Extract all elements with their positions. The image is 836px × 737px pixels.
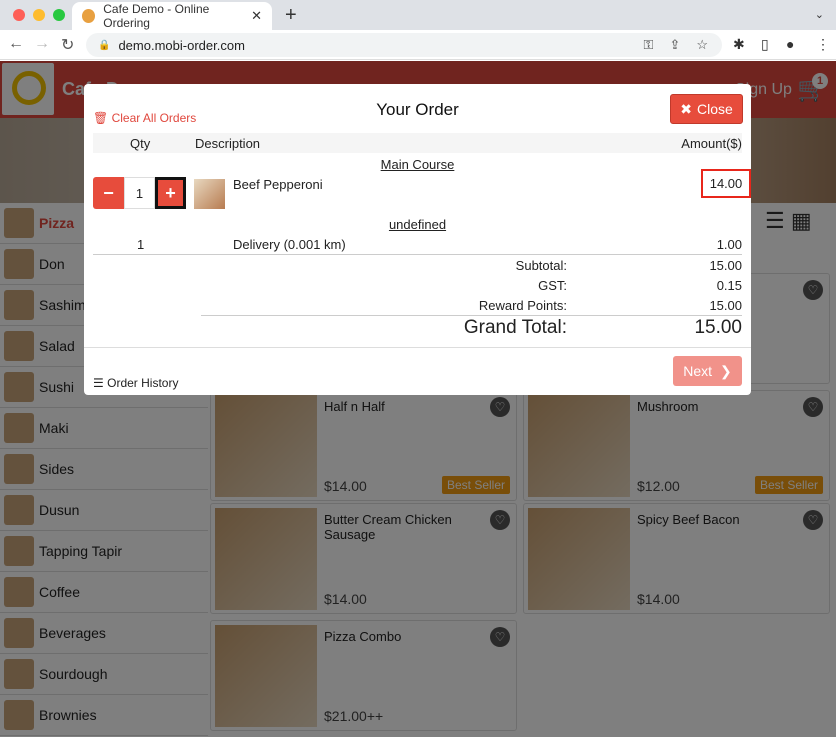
extensions-icon[interactable]: ✱ xyxy=(733,36,745,53)
order-history-label: Order History xyxy=(107,376,179,390)
profile-icon[interactable]: ● xyxy=(786,36,794,52)
col-description: Description xyxy=(195,136,261,151)
increase-button[interactable]: + xyxy=(155,177,186,209)
close-tab-icon[interactable]: ✕ xyxy=(251,8,262,24)
table-header: Qty Description Amount($) xyxy=(93,133,742,153)
reward-label: Reward Points: xyxy=(478,298,567,313)
item-thumbnail xyxy=(194,179,225,209)
divider xyxy=(84,347,751,348)
order-modal: 🗑 Clear All Orders Your Order ✖ Close Qty… xyxy=(84,84,751,395)
subtotal-value: 15.00 xyxy=(709,258,742,273)
grand-total-label: Grand Total: xyxy=(463,317,567,338)
close-label: Close xyxy=(696,101,733,117)
delivery-qty: 1 xyxy=(137,237,145,252)
new-tab-icon[interactable]: + xyxy=(285,4,297,27)
reload-icon[interactable]: ↻ xyxy=(61,35,74,55)
url-input[interactable]: 🔒 demo.mobi-order.com ⚿ ⇪ ☆ xyxy=(86,33,722,57)
forward-icon[interactable]: → xyxy=(34,35,50,53)
reward-value: 15.00 xyxy=(709,298,742,313)
subtotal-label: Subtotal: xyxy=(515,258,567,273)
chevron-right-icon: ❯ xyxy=(720,362,732,379)
star-icon[interactable]: ☆ xyxy=(696,37,708,53)
back-icon[interactable]: ← xyxy=(8,35,24,53)
next-button[interactable]: Next ❯ xyxy=(673,356,742,386)
divider xyxy=(93,254,742,255)
minimize-window-button[interactable] xyxy=(33,9,45,21)
browser-tab[interactable]: Cafe Demo - Online Ordering ✕ xyxy=(72,2,272,30)
modal-title: Your Order xyxy=(376,100,459,119)
quantity-value[interactable]: 1 xyxy=(124,177,155,209)
decrease-button[interactable]: − xyxy=(93,177,124,209)
list-icon: ☰ xyxy=(93,376,104,390)
url-text: demo.mobi-order.com xyxy=(118,37,245,53)
close-window-button[interactable] xyxy=(13,9,25,21)
menu-icon[interactable]: ⋮ xyxy=(816,36,830,53)
col-qty: Qty xyxy=(130,136,151,151)
section-undefined: undefined xyxy=(388,217,447,232)
next-label: Next xyxy=(683,363,713,379)
grand-total-value: 15.00 xyxy=(694,317,742,338)
item-name: Beef Pepperoni xyxy=(233,177,323,192)
favicon-icon xyxy=(82,9,96,23)
lock-icon: 🔒 xyxy=(98,39,111,51)
address-bar: ← → ↻ 🔒 demo.mobi-order.com ⚿ ⇪ ☆ ✱ ▯ ● ⋮ xyxy=(0,30,836,60)
item-amount: 14.00 xyxy=(701,169,751,198)
browser-tab-bar: Cafe Demo - Online Ordering ✕ + ⌄ xyxy=(0,0,836,30)
chevron-down-icon[interactable]: ⌄ xyxy=(815,8,824,21)
gst-label: GST: xyxy=(538,278,567,293)
gst-value: 0.15 xyxy=(716,278,742,293)
key-icon[interactable]: ⚿ xyxy=(644,37,654,53)
quantity-stepper: − 1 + xyxy=(93,177,186,209)
share-icon[interactable]: ⇪ xyxy=(669,37,680,53)
delivery-name: Delivery (0.001 km) xyxy=(233,237,346,252)
section-main-course: Main Course xyxy=(380,157,455,172)
order-history-link[interactable]: ☰ Order History xyxy=(93,376,178,390)
sidebar-icon[interactable]: ▯ xyxy=(761,36,769,53)
col-amount: Amount($) xyxy=(681,136,742,151)
close-button[interactable]: ✖ Close xyxy=(670,94,743,124)
maximize-window-button[interactable] xyxy=(53,9,65,21)
close-icon: ✖ xyxy=(680,100,692,117)
delivery-amount: 1.00 xyxy=(716,237,742,252)
divider xyxy=(201,315,742,316)
tab-title: Cafe Demo - Online Ordering xyxy=(103,2,210,30)
